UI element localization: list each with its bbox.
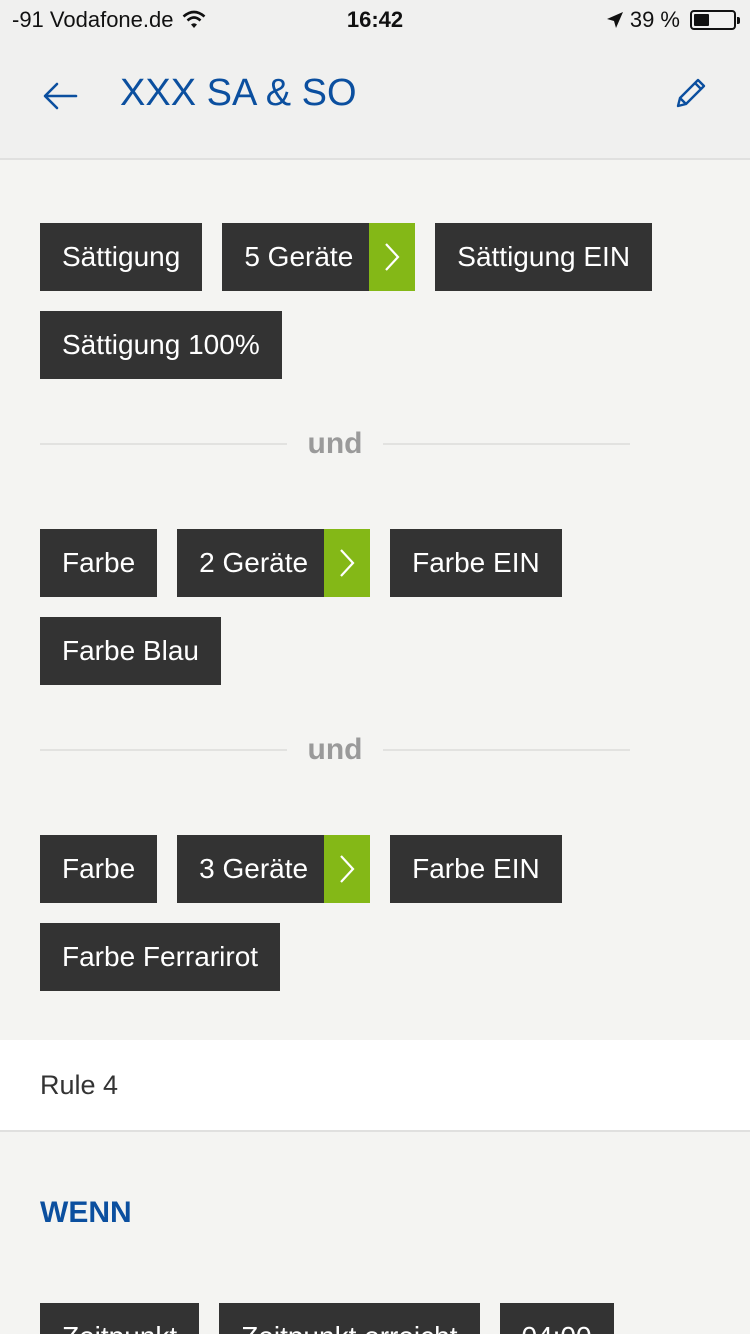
devices-chip[interactable]: 3 Geräte bbox=[177, 835, 371, 903]
devices-label: 2 Geräte bbox=[199, 547, 309, 578]
condition-section-title: WENN bbox=[40, 1196, 132, 1229]
state-chip[interactable]: Sättigung EIN bbox=[435, 223, 653, 291]
action-block-3: Farbe 3 Geräte Farbe EIN Farbe Ferrariro… bbox=[40, 835, 720, 1011]
back-arrow-icon[interactable] bbox=[40, 78, 80, 114]
state-chip[interactable]: Farbe EIN bbox=[390, 835, 562, 903]
divider-line bbox=[383, 443, 630, 445]
value-chip[interactable]: Farbe Ferrarirot bbox=[40, 923, 281, 991]
battery-tip bbox=[737, 17, 740, 24]
trigger-condition-chip[interactable]: Zeitpunkt erreicht bbox=[219, 1303, 480, 1334]
page-title: XXX SA & SO bbox=[120, 72, 357, 114]
rule-header[interactable]: Rule 4 bbox=[0, 1040, 750, 1132]
pencil-icon[interactable] bbox=[670, 74, 710, 114]
devices-label: 5 Geräte bbox=[244, 241, 354, 272]
trigger-time-chip[interactable]: 04:00 bbox=[499, 1303, 614, 1334]
condition-block: Zeitpunkt Zeitpunkt erreicht 04:00 bbox=[40, 1303, 720, 1334]
divider-line bbox=[40, 443, 287, 445]
property-chip[interactable]: Farbe bbox=[40, 529, 158, 597]
devices-chip[interactable]: 2 Geräte bbox=[177, 529, 371, 597]
value-chip[interactable]: Farbe Blau bbox=[40, 617, 221, 685]
divider-label: und bbox=[307, 733, 363, 766]
rule-name: Rule 4 bbox=[40, 1070, 119, 1100]
status-bar: -91 Vodafone.de 16:42 39 % bbox=[0, 0, 750, 40]
divider-line bbox=[40, 749, 287, 751]
devices-chip[interactable]: 5 Geräte bbox=[222, 223, 416, 291]
chevron-right-icon bbox=[324, 529, 371, 597]
and-divider: und bbox=[40, 424, 630, 464]
property-chip[interactable]: Sättigung bbox=[40, 223, 203, 291]
battery-percent: 39 % bbox=[629, 7, 680, 32]
devices-label: 3 Geräte bbox=[199, 853, 309, 884]
trigger-type-chip[interactable]: Zeitpunkt bbox=[40, 1303, 200, 1334]
divider-line bbox=[383, 749, 630, 751]
location-arrow-icon bbox=[606, 12, 623, 28]
action-block-2: Farbe 2 Geräte Farbe EIN Farbe Blau bbox=[40, 529, 720, 705]
chevron-right-icon bbox=[369, 223, 416, 291]
property-chip[interactable]: Farbe bbox=[40, 835, 158, 903]
nav-bar: XXX SA & SO bbox=[0, 40, 750, 160]
value-chip[interactable]: Sättigung 100% bbox=[40, 311, 282, 379]
battery-icon bbox=[690, 10, 740, 30]
state-chip[interactable]: Farbe EIN bbox=[390, 529, 562, 597]
status-right: 39 % bbox=[606, 7, 740, 33]
chevron-right-icon bbox=[324, 835, 371, 903]
and-divider: und bbox=[40, 730, 630, 770]
action-block-1: Sättigung 5 Geräte Sättigung EIN Sättigu… bbox=[40, 223, 720, 399]
battery-fill bbox=[694, 14, 709, 26]
divider-label: und bbox=[307, 427, 363, 460]
